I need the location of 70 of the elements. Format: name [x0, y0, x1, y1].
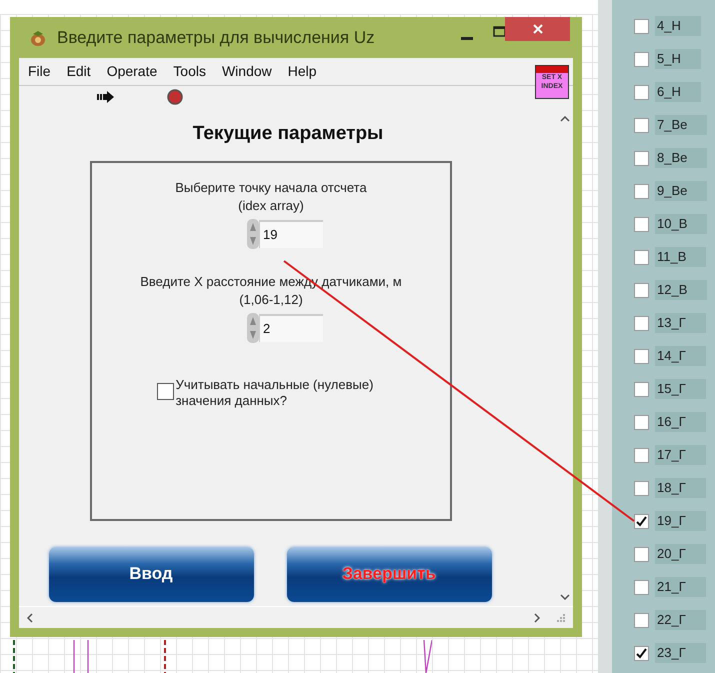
checkbox[interactable] [634, 480, 649, 496]
channel-label: 11_В [655, 247, 706, 267]
close-icon [532, 24, 542, 34]
checkbox[interactable] [634, 84, 649, 100]
window-title: Введите параметры для вычисления Uz [57, 26, 375, 49]
checkbox[interactable] [634, 150, 649, 166]
field-label: Выберите точку начала отсчета [175, 178, 367, 196]
menu-item[interactable]: Tools [173, 61, 206, 82]
checkbox[interactable] [634, 414, 649, 430]
icon-header [536, 66, 568, 73]
channel-label: 18_Г [655, 478, 706, 498]
channel-label: 5_Н [655, 49, 701, 69]
checkbox[interactable] [634, 514, 649, 528]
scroll-right-icon[interactable] [534, 612, 540, 622]
channel-label: 15_Г [655, 379, 706, 399]
channel-label: 4_Н [655, 16, 701, 36]
channel-label: 8_Ве [655, 148, 708, 168]
checkbox[interactable] [634, 18, 649, 34]
channel-label: 17_Г [655, 445, 706, 465]
channel-label: 21_Г [655, 577, 706, 597]
checkbox[interactable] [634, 216, 649, 232]
close-button[interactable] [505, 17, 570, 41]
stop-icon[interactable] [167, 89, 183, 105]
channel-label: 22_Г [655, 610, 706, 630]
number-field[interactable]: 2 [258, 314, 323, 342]
resize-grip-icon[interactable] [556, 613, 565, 622]
spin-arrows-icon[interactable] [246, 218, 259, 248]
checkbox[interactable] [634, 250, 649, 264]
checkbox[interactable] [634, 52, 649, 66]
scroll-left-icon[interactable] [27, 612, 33, 622]
channel-label: 19_Г [655, 511, 706, 531]
menu-item[interactable]: File [28, 61, 51, 82]
checkbox[interactable] [634, 580, 649, 594]
checkbox[interactable] [634, 348, 649, 364]
channel-label: 14_Г [655, 346, 706, 366]
channel-label: 23_Г [655, 643, 706, 663]
checkbox[interactable] [634, 646, 649, 660]
run-arrow-icon[interactable] [97, 90, 115, 104]
app-icon [29, 28, 47, 46]
field-hint: (idex array) [238, 196, 304, 214]
checkbox[interactable] [156, 382, 174, 400]
channel-label: 16_Г [655, 412, 706, 432]
scroll-down-icon[interactable] [560, 594, 570, 600]
number-field[interactable]: 19 [258, 220, 323, 248]
menu-item[interactable]: Window [222, 61, 272, 82]
checkbox[interactable] [634, 118, 649, 132]
channel-label: 6_Н [655, 82, 701, 102]
checkbox[interactable] [634, 282, 649, 298]
maximize-icon[interactable] [493, 26, 506, 37]
channel-label: 20_Г [655, 544, 706, 564]
menu-item[interactable]: Operate [106, 61, 158, 82]
menu-item[interactable]: Edit [66, 61, 91, 82]
channel-label: 9_Ве [655, 181, 708, 201]
checkbox[interactable] [634, 448, 649, 462]
channel-label: 10_В [655, 214, 708, 234]
channel-label: 7_Ве [655, 115, 708, 135]
channel-label: 13_Г [655, 313, 706, 333]
action-button[interactable]: Ввод [48, 546, 254, 602]
checkbox[interactable] [634, 382, 649, 396]
checkbox[interactable] [634, 612, 649, 628]
channel-label: 12_В [655, 280, 708, 300]
checkbox[interactable] [634, 546, 649, 562]
spin-arrows-icon[interactable] [246, 312, 259, 342]
checkbox-label: Учитывать начальные (нулевые) значения данных? [176, 376, 374, 408]
checkbox[interactable] [634, 184, 649, 198]
field-hint: (1,06-1,12) [239, 290, 303, 308]
scroll-up-icon[interactable] [560, 116, 570, 122]
checkbox[interactable] [634, 316, 649, 330]
menu-item[interactable]: Help [288, 61, 317, 82]
panel-heading: Текущие параметры [192, 122, 384, 146]
